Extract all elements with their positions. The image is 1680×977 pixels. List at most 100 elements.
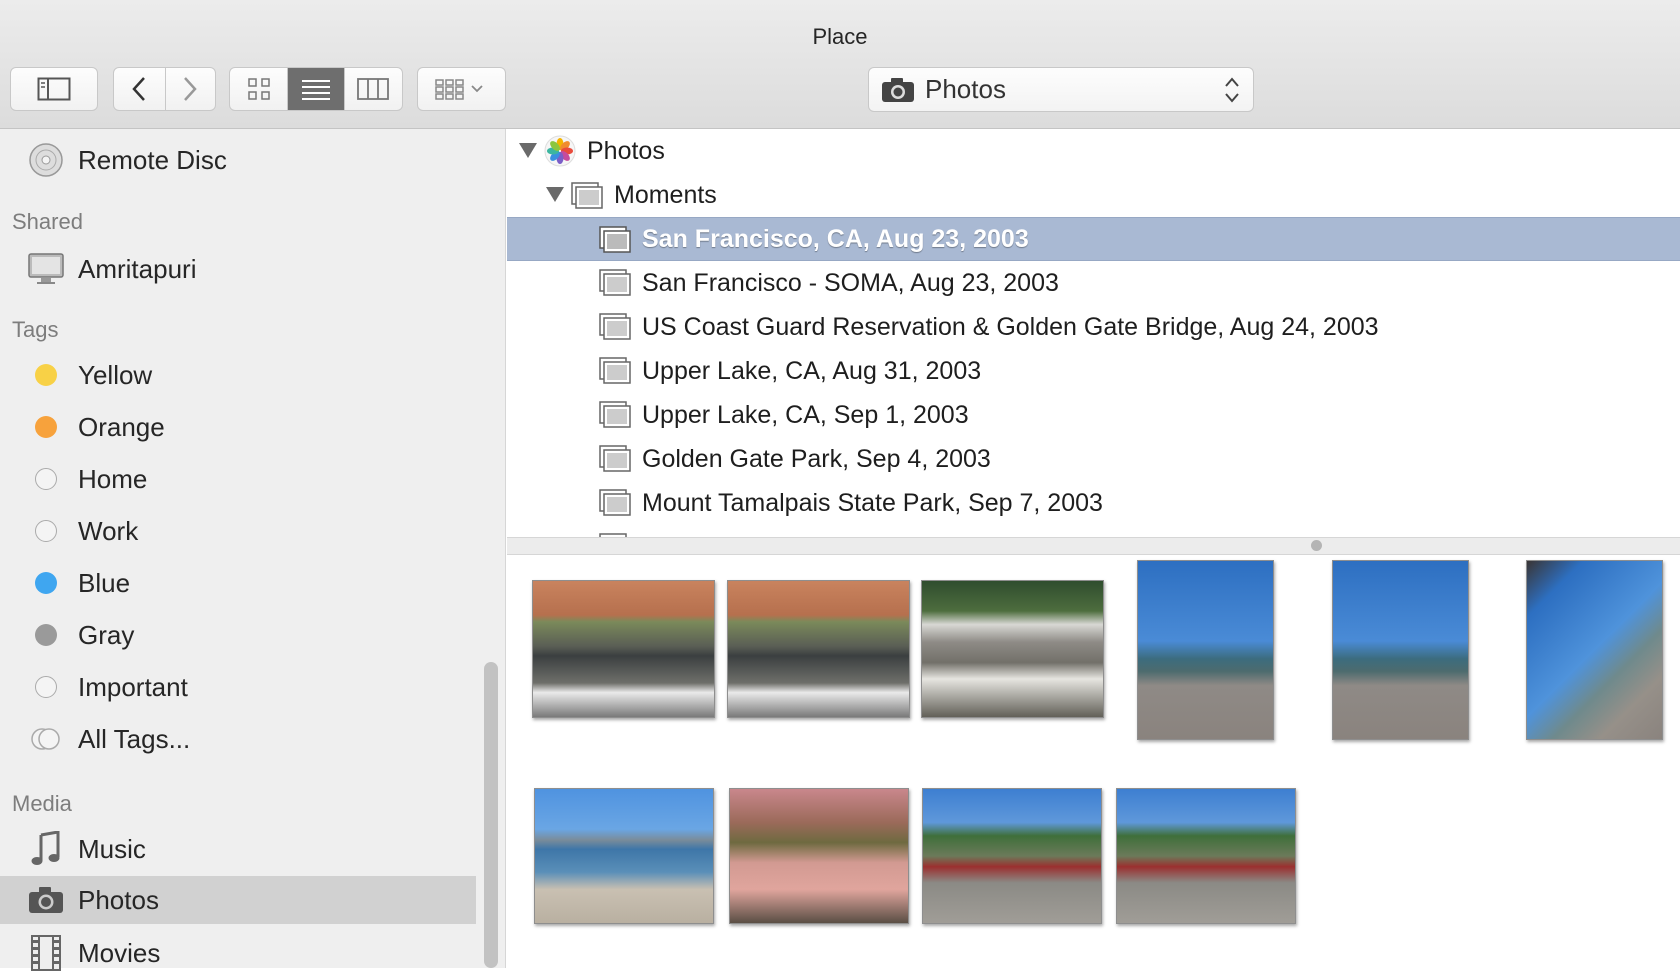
sidebar-item-label: Orange bbox=[78, 411, 165, 442]
grid-icon bbox=[247, 78, 270, 100]
photo-beach[interactable] bbox=[534, 788, 714, 924]
sidebar-tag-orange[interactable]: Orange bbox=[0, 403, 476, 451]
work-tag-dot bbox=[35, 520, 57, 542]
important-tag-dot bbox=[35, 676, 57, 698]
sidebar-item-label: Amritapuri bbox=[78, 253, 197, 284]
sidebar-tag-work[interactable]: Work bbox=[0, 507, 476, 555]
stack-icon bbox=[599, 269, 631, 296]
list-icon bbox=[302, 80, 330, 100]
yellow-tag-dot bbox=[35, 364, 57, 386]
sidebar-tag-yellow[interactable]: Yellow bbox=[0, 351, 476, 399]
toolbar: Place Photos bbox=[0, 0, 1680, 129]
source-popup-label: Photos bbox=[925, 74, 1006, 104]
disclosure-triangle-icon[interactable] bbox=[546, 187, 564, 202]
sidebar-item-label: Blue bbox=[78, 567, 131, 598]
sidebar-item-label: Work bbox=[78, 515, 139, 546]
sidebar-item-movies[interactable]: Movies bbox=[0, 929, 476, 977]
all-tags-icon bbox=[28, 721, 64, 757]
sidebar-item-label: Important bbox=[78, 671, 188, 702]
moment-label: US Coast Guard Reservation & Golden Gate… bbox=[642, 312, 1379, 341]
sidebar-toggle-button[interactable] bbox=[10, 67, 98, 111]
camera-icon bbox=[28, 882, 64, 918]
computer-icon bbox=[28, 251, 64, 287]
tree-row-photos[interactable]: Photos bbox=[507, 129, 1680, 173]
view-mode-control bbox=[229, 67, 403, 111]
blue-tag-dot bbox=[35, 572, 57, 594]
stack-icon bbox=[599, 226, 631, 253]
chevron-left-icon bbox=[132, 77, 146, 101]
sidebar-tag-blue[interactable]: Blue bbox=[0, 559, 476, 607]
tree-row-label: Photos bbox=[587, 136, 665, 165]
window-title: Place bbox=[812, 24, 868, 49]
moment-row[interactable]: Upper Lake, CA, Sep 1, 2003 bbox=[507, 393, 1680, 437]
chevron-right-icon bbox=[184, 77, 197, 101]
arrange-button[interactable] bbox=[417, 67, 506, 111]
moment-row[interactable]: US Coast Guard Reservation & Golden Gate… bbox=[507, 305, 1680, 349]
sidebar-item-label: All Tags... bbox=[78, 723, 191, 754]
tree-row-label: Moments bbox=[614, 180, 717, 209]
tags-header: Tags bbox=[12, 317, 59, 342]
stack-icon bbox=[599, 489, 631, 516]
moment-label: Upper Lake, CA, Sep 1, 2003 bbox=[642, 400, 969, 429]
column-view-button[interactable] bbox=[343, 68, 402, 110]
sidebar-tag-important[interactable]: Important bbox=[0, 663, 476, 711]
sidebar-scrollbar[interactable] bbox=[484, 662, 498, 968]
music-note-icon bbox=[28, 831, 64, 867]
photos-app-icon bbox=[544, 135, 576, 167]
photo-parking-meter[interactable] bbox=[921, 580, 1104, 718]
moment-label: Golden Gate Park, Sep 4, 2003 bbox=[642, 444, 991, 473]
film-icon bbox=[28, 935, 64, 971]
sidebar-item-label: Yellow bbox=[78, 359, 153, 390]
source-popup[interactable]: Photos bbox=[868, 67, 1254, 112]
moment-label: San Francisco, CA, Aug 23, 2003 bbox=[642, 224, 1029, 253]
sidebar-item-photos[interactable]: Photos bbox=[0, 876, 476, 924]
photo-cafe-table-2[interactable] bbox=[727, 580, 910, 718]
photo-thumbnails bbox=[507, 555, 1680, 968]
sidebar-item-label: Home bbox=[78, 463, 148, 494]
sidebar-tag-home[interactable]: Home bbox=[0, 455, 476, 503]
moment-row[interactable]: Mount Tamalpais State Park, Sep 7, 2003 bbox=[507, 481, 1680, 525]
photo-cafe-table-1[interactable] bbox=[532, 580, 715, 718]
icon-view-button[interactable] bbox=[230, 68, 287, 110]
photo-kiosk-1[interactable] bbox=[922, 788, 1102, 924]
back-button[interactable] bbox=[114, 68, 165, 110]
photo-pier-ship-1[interactable] bbox=[1137, 560, 1274, 740]
disc-icon bbox=[28, 142, 64, 178]
split-view-divider[interactable] bbox=[507, 537, 1680, 555]
sidebar-item-remote-disc[interactable]: Remote Disc bbox=[0, 136, 476, 184]
sidebar-all-tags[interactable]: All Tags... bbox=[0, 715, 476, 763]
sidebar-tag-gray[interactable]: Gray bbox=[0, 611, 476, 659]
columns-icon bbox=[357, 78, 390, 100]
tree-row-moments[interactable]: Moments bbox=[507, 173, 1680, 217]
moment-label: Mount Tamalpais State Park, Sep 7, 2003 bbox=[642, 488, 1103, 517]
forward-button[interactable] bbox=[164, 68, 216, 110]
moment-row[interactable]: Golden Gate Park, Sep 4, 2003 bbox=[507, 437, 1680, 481]
disclosure-triangle-icon[interactable] bbox=[519, 143, 537, 158]
stack-icon bbox=[571, 182, 603, 209]
sidebar-item-music[interactable]: Music bbox=[0, 825, 476, 873]
moment-label: San Francisco - SOMA, Aug 23, 2003 bbox=[642, 268, 1059, 297]
moment-label: Upper Lake, CA, Aug 31, 2003 bbox=[642, 356, 982, 385]
stack-icon bbox=[599, 313, 631, 340]
moment-row[interactable]: San Francisco, CA, Aug 23, 2003 bbox=[507, 217, 1680, 261]
stack-icon bbox=[599, 445, 631, 472]
up-down-arrows-icon bbox=[1225, 77, 1239, 103]
sidebar-item-label: Music bbox=[78, 833, 146, 864]
split-handle[interactable] bbox=[1311, 540, 1322, 551]
orange-tag-dot bbox=[35, 416, 57, 438]
photo-pier-ship-2[interactable] bbox=[1332, 560, 1469, 740]
photo-tall-ship[interactable] bbox=[1526, 560, 1663, 740]
photo-kiosk-2[interactable] bbox=[1116, 788, 1296, 924]
list-view-button[interactable] bbox=[287, 68, 344, 110]
sidebar-item-label: Photos bbox=[78, 884, 159, 915]
moment-row[interactable]: Upper Lake, CA, Aug 31, 2003 bbox=[507, 349, 1680, 393]
moments-browser: Photos Moments San Francisco, CA, Aug 23… bbox=[507, 129, 1680, 537]
sidebar-icon bbox=[37, 77, 71, 101]
camera-icon bbox=[882, 77, 914, 102]
sidebar-item-label: Remote Disc bbox=[78, 144, 227, 175]
sidebar-item-amritapuri[interactable]: Amritapuri bbox=[0, 245, 476, 293]
moment-row[interactable]: San Francisco - SOMA, Aug 23, 2003 bbox=[507, 261, 1680, 305]
shared-header: Shared bbox=[12, 209, 83, 234]
photo-patio[interactable] bbox=[729, 788, 909, 924]
stack-icon bbox=[599, 401, 631, 428]
